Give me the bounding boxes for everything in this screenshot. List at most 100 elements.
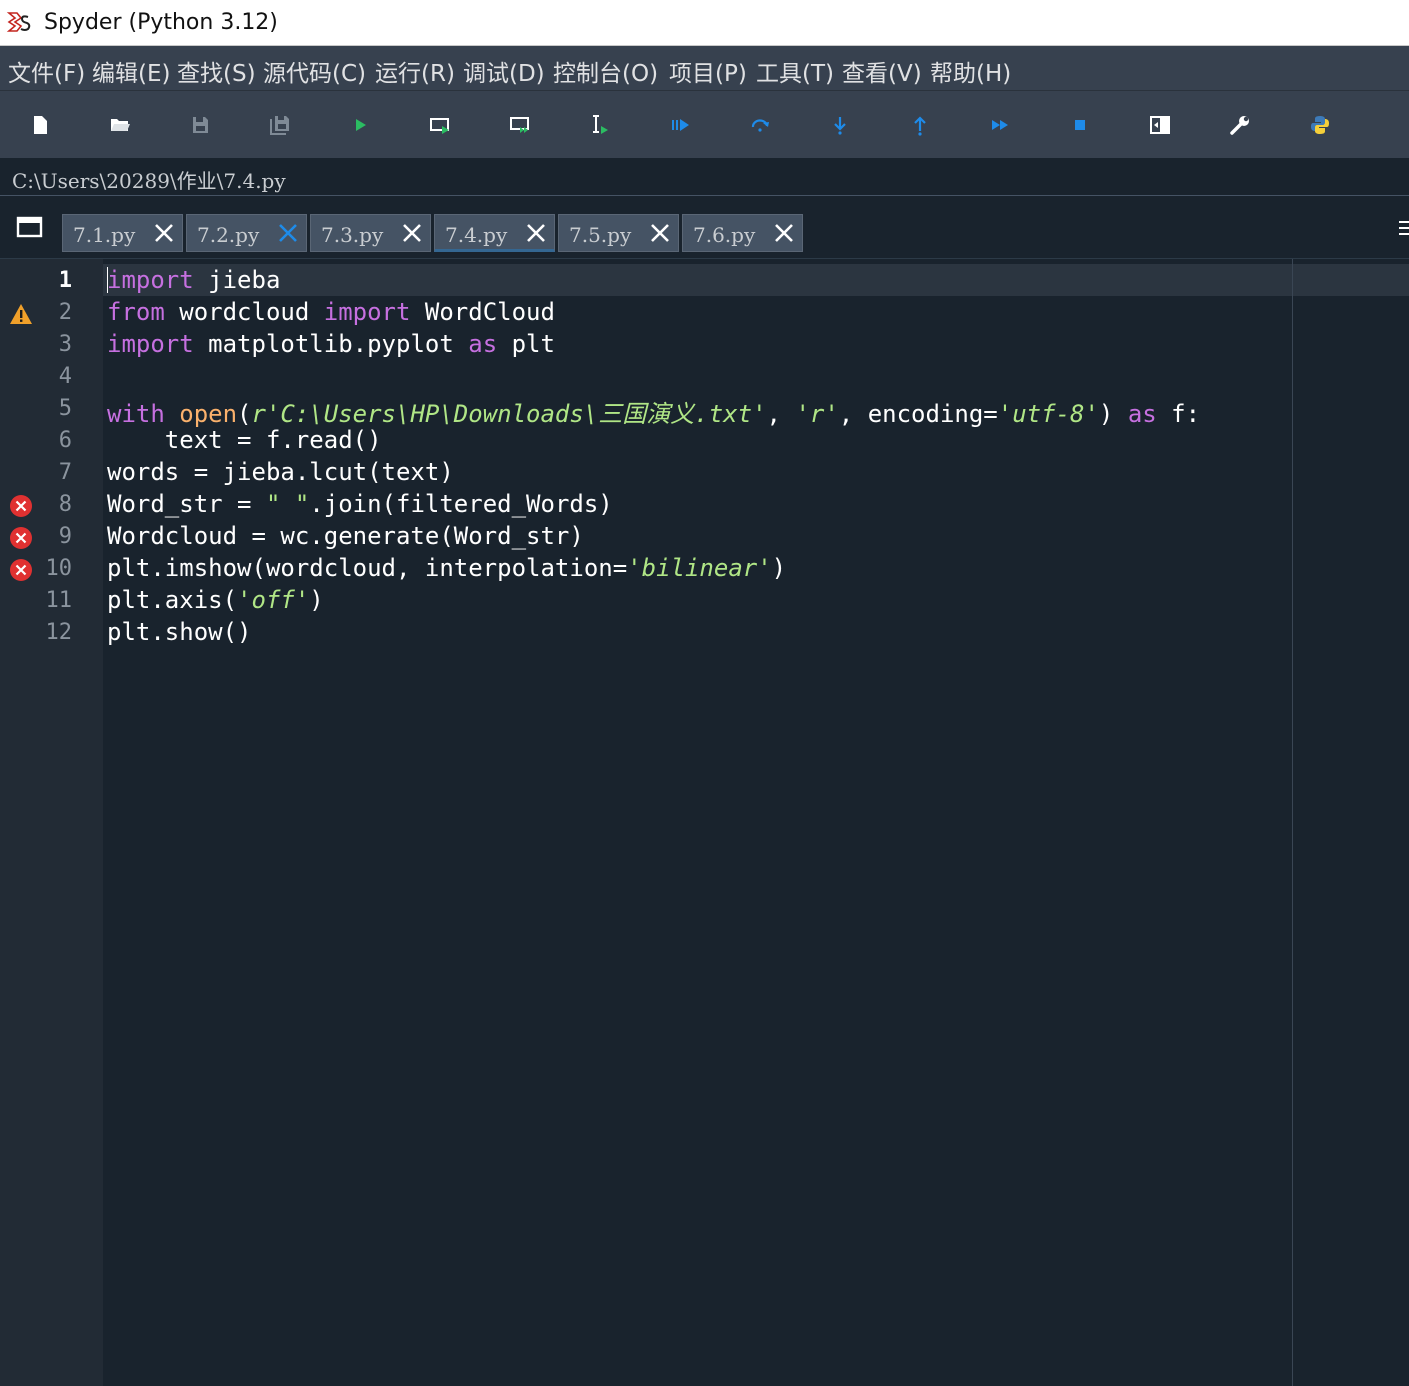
run-icon bbox=[356, 119, 366, 131]
code-token: 'off' bbox=[237, 586, 310, 614]
tab-7-4[interactable]: 7.4.py bbox=[434, 214, 555, 252]
code-line[interactable]: plt.imshow(wordcloud, interpolation='bil… bbox=[107, 554, 786, 582]
current-line-highlight bbox=[103, 264, 1409, 296]
code-line[interactable]: Wordcloud = wc.generate(Word_str) bbox=[107, 522, 584, 550]
step-over-icon bbox=[751, 119, 769, 132]
code-line[interactable]: import matplotlib.pyplot as plt bbox=[107, 330, 555, 358]
maximize-pane-button[interactable] bbox=[1145, 110, 1175, 140]
code-token: text = f.read() bbox=[107, 426, 382, 454]
code-line[interactable]: plt.axis('off') bbox=[107, 586, 324, 614]
file-path-bar: C:\Users\20289\作业\7.4.py bbox=[0, 158, 1409, 196]
run-cell-advance-icon bbox=[510, 117, 529, 133]
run-cell-advance-button[interactable] bbox=[505, 110, 535, 140]
save-button[interactable] bbox=[185, 110, 215, 140]
code-token: matplotlib.pyplot bbox=[193, 330, 469, 358]
code-line[interactable]: with open(r'C:\Users\HP\Downloads\三国演义.t… bbox=[107, 394, 1200, 429]
code-token: ( bbox=[237, 400, 252, 428]
editor-tab-bar: 7.1.py 7.2.py 7.3.py 7.4.py 7.5.py 7.6.p… bbox=[0, 196, 1409, 258]
menu-file[interactable]: 文件(F) bbox=[8, 54, 85, 88]
menu-source[interactable]: 源代码(C) bbox=[263, 54, 366, 88]
line-number: 7 bbox=[58, 460, 72, 485]
menu-projects[interactable]: 项目(P) bbox=[669, 54, 747, 88]
code-token: plt.show() bbox=[107, 618, 252, 646]
warning-icon bbox=[10, 304, 32, 324]
code-token: ) bbox=[1098, 400, 1128, 428]
edge-line bbox=[1292, 259, 1293, 1386]
continue-button[interactable] bbox=[985, 110, 1015, 140]
debug-file-button[interactable] bbox=[665, 110, 695, 140]
menu-help[interactable]: 帮助(H) bbox=[930, 54, 1011, 88]
code-token: plt bbox=[497, 330, 555, 358]
code-token: 'r' bbox=[795, 400, 839, 428]
debug-icon bbox=[672, 119, 689, 131]
close-icon[interactable] bbox=[648, 221, 672, 245]
code-token: import bbox=[107, 266, 194, 294]
line-number: 11 bbox=[45, 588, 73, 613]
code-line[interactable]: from wordcloud import WordCloud bbox=[107, 298, 555, 326]
step-into-button[interactable] bbox=[825, 110, 855, 140]
code-line[interactable]: words = jieba.lcut(text) bbox=[107, 458, 454, 486]
run-file-button[interactable] bbox=[345, 110, 375, 140]
stop-debug-icon bbox=[1075, 120, 1085, 130]
code-line[interactable]: text = f.read() bbox=[107, 426, 382, 454]
code-token: open bbox=[179, 400, 238, 428]
error-icon bbox=[10, 495, 32, 517]
run-selection-button[interactable] bbox=[585, 110, 615, 140]
code-token: .join(filtered_Words) bbox=[309, 490, 613, 518]
options-menu-icon[interactable] bbox=[1399, 218, 1409, 238]
menu-edit[interactable]: 编辑(E) bbox=[92, 54, 170, 88]
menu-consoles[interactable]: 控制台(O) bbox=[553, 54, 658, 88]
menu-view[interactable]: 查看(V) bbox=[842, 54, 922, 88]
tab-7-3[interactable]: 7.3.py bbox=[310, 214, 431, 252]
tab-7-2[interactable]: 7.2.py bbox=[186, 214, 307, 252]
open-file-icon bbox=[111, 119, 130, 131]
menu-run[interactable]: 运行(R) bbox=[375, 54, 455, 88]
code-token: with bbox=[107, 400, 165, 428]
code-token: , encoding= bbox=[838, 400, 998, 428]
save-all-icon bbox=[270, 116, 289, 135]
code-token: from bbox=[107, 298, 165, 326]
code-token: ) bbox=[771, 554, 787, 582]
step-return-button[interactable] bbox=[905, 110, 935, 140]
stop-debug-button[interactable] bbox=[1065, 110, 1095, 140]
close-icon[interactable] bbox=[152, 221, 176, 245]
close-icon[interactable] bbox=[772, 221, 796, 245]
close-icon[interactable] bbox=[524, 221, 548, 245]
menu-tools[interactable]: 工具(T) bbox=[756, 54, 834, 88]
file-path: C:\Users\20289\作业\7.4.py bbox=[12, 169, 286, 193]
code-line[interactable]: Word_str = " ".join(filtered_Words) bbox=[107, 490, 613, 518]
tab-label: 7.5.py bbox=[569, 223, 632, 247]
line-number: 2 bbox=[58, 300, 72, 325]
step-over-button[interactable] bbox=[745, 110, 775, 140]
window-title: Spyder (Python 3.12) bbox=[44, 10, 278, 35]
code-line[interactable]: import jieba bbox=[107, 266, 280, 294]
code-editor[interactable]: 1 import jieba 2 from wordcloud import Word… bbox=[0, 258, 1409, 1386]
tab-7-1[interactable]: 7.1.py bbox=[62, 214, 183, 252]
run-cell-button[interactable] bbox=[425, 110, 455, 140]
close-icon[interactable] bbox=[400, 221, 424, 245]
pythonpath-button[interactable] bbox=[1305, 110, 1335, 140]
code-token: as bbox=[468, 330, 498, 358]
code-token: , bbox=[766, 400, 796, 428]
tab-7-6[interactable]: 7.6.py bbox=[682, 214, 803, 252]
line-number: 4 bbox=[58, 364, 72, 389]
menu-debug[interactable]: 调试(D) bbox=[463, 54, 545, 88]
run-selection-icon bbox=[593, 115, 608, 134]
browse-tabs-icon[interactable] bbox=[16, 216, 44, 238]
open-file-button[interactable] bbox=[105, 110, 135, 140]
code-line[interactable]: plt.show() bbox=[107, 618, 252, 646]
save-all-button[interactable] bbox=[265, 110, 295, 140]
code-token: WordCloud bbox=[410, 298, 555, 326]
code-token: f: bbox=[1156, 400, 1201, 428]
menu-search[interactable]: 查找(S) bbox=[177, 54, 256, 88]
main-toolbar bbox=[0, 91, 1409, 158]
pythonpath-icon bbox=[1311, 116, 1329, 134]
line-number: 10 bbox=[45, 556, 73, 581]
line-number: 12 bbox=[45, 620, 73, 645]
new-file-button[interactable] bbox=[25, 110, 55, 140]
close-icon[interactable] bbox=[276, 221, 300, 245]
tab-7-5[interactable]: 7.5.py bbox=[558, 214, 679, 252]
preferences-button[interactable] bbox=[1225, 110, 1255, 140]
step-return-icon bbox=[914, 116, 926, 136]
